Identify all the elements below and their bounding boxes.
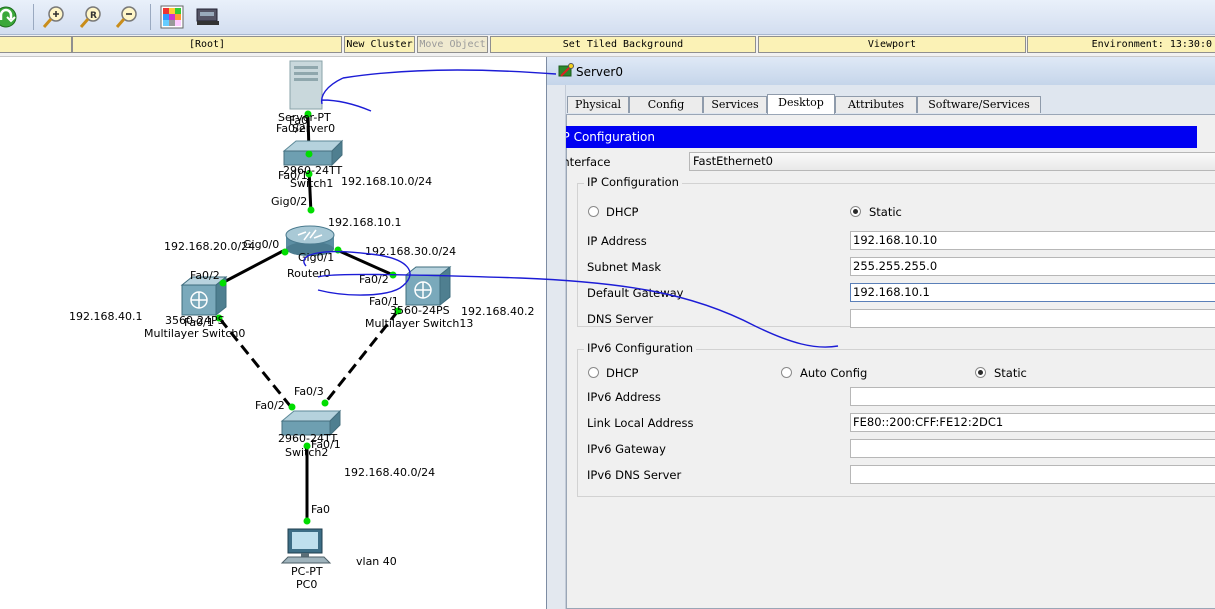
router-gig00-label: Gig0/0	[243, 238, 280, 251]
ipv6-static-radio[interactable]	[975, 367, 986, 378]
tab-config[interactable]: Config	[629, 96, 703, 113]
palette-icon[interactable]	[158, 3, 186, 31]
set-tiled-background-button[interactable]: Set Tiled Background	[490, 36, 756, 53]
ms13-name-label: Multilayer Switch13	[365, 317, 474, 330]
ms13-fa02-label: Fa0/2	[359, 273, 389, 286]
window-title: Server0	[576, 65, 623, 79]
tab-physical[interactable]: Physical	[567, 96, 629, 113]
svg-text:R: R	[90, 11, 97, 21]
ipv6-dhcp-radio[interactable]	[588, 367, 599, 378]
pc-model-label: PC-PT	[291, 565, 323, 578]
ipv6-dhcp-label: DHCP	[606, 366, 639, 380]
server-name-label: Server0	[292, 122, 336, 135]
default-gateway-field[interactable]: 192.168.10.1	[850, 283, 1215, 302]
logical-topology-canvas[interactable]: Server-PT Fa0 Fa0/2 Server0 2960-24TT Fa…	[0, 57, 546, 609]
subnet-mask-field[interactable]: 255.255.255.0	[850, 257, 1215, 276]
window-left-strip	[547, 85, 566, 609]
pc-icon[interactable]	[280, 528, 332, 564]
undo-icon[interactable]	[0, 3, 20, 31]
tab-desktop[interactable]: Desktop	[767, 94, 835, 114]
ipv6-group-title: IPv6 Configuration	[584, 341, 697, 355]
zoom-in-icon[interactable]	[40, 3, 68, 31]
logical-workspace-bar: [Root] New Cluster Move Object Set Tiled…	[0, 35, 1215, 57]
tab-attributes[interactable]: Attributes	[835, 96, 917, 113]
ipv6-dns-server-field[interactable]	[850, 465, 1215, 484]
ipv4-dhcp-radio[interactable]	[588, 206, 599, 217]
ipv6-auto-config-label: Auto Config	[800, 366, 868, 380]
ipv6-auto-config-radio[interactable]	[781, 367, 792, 378]
ipv4-dhcp-label: DHCP	[606, 205, 639, 219]
device-config-icon	[558, 63, 574, 82]
ipv4-static-label: Static	[869, 205, 902, 219]
pc-name-label: PC0	[296, 578, 318, 591]
ms0-name-label: Multilayer Switch0	[144, 327, 246, 340]
ipv4-static-radio[interactable]	[850, 206, 861, 217]
main-toolbar: R	[0, 0, 1215, 35]
link-router-ms0	[221, 249, 284, 285]
ipv6-address-label: IPv6 Address	[587, 390, 661, 404]
topology-links	[180, 60, 452, 564]
switch2-fa02-label: Fa0/2	[255, 399, 285, 412]
custom-device-icon[interactable]	[194, 3, 222, 31]
ip-address-label: IP Address	[587, 234, 647, 248]
default-gateway-label: Default Gateway	[587, 286, 684, 300]
multilayer-switch0-icon[interactable]	[180, 275, 228, 317]
dns-server-label: DNS Server	[587, 312, 654, 326]
switch2-fa03-label: Fa0/3	[294, 385, 324, 398]
pc-fa0-label: Fa0	[311, 503, 331, 516]
ip-configuration-header: IP Configuration	[557, 126, 1197, 148]
zoom-reset-icon[interactable]: R	[77, 3, 105, 31]
environment-button[interactable]: Environment: 13:30:0	[1027, 36, 1215, 53]
zoom-out-icon[interactable]	[113, 3, 141, 31]
switch1-name-label: Switch1	[290, 177, 334, 190]
ipv6-gateway-label: IPv6 Gateway	[587, 442, 666, 456]
new-cluster-button[interactable]: New Cluster	[344, 36, 415, 53]
router-name-label: Router0	[287, 267, 331, 280]
link-local-address-field[interactable]: FE80::200:CFF:FE12:2DC1	[850, 413, 1215, 432]
tab-services[interactable]: Services	[703, 96, 767, 113]
server-icon[interactable]	[289, 60, 323, 110]
ms0-fa02-label: Fa0/2	[190, 269, 220, 282]
ms13-model-label: 3560-24PS	[390, 304, 450, 317]
ipv4-group-title: IP Configuration	[584, 175, 682, 189]
interface-label: Interface	[559, 155, 611, 169]
ip-address-field[interactable]: 192.168.10.10	[850, 231, 1215, 250]
back-cell[interactable]	[0, 36, 72, 53]
ipv6-static-label: Static	[994, 366, 1027, 380]
network-30-label: 192.168.30.0/24	[365, 245, 457, 258]
link-local-address-label: Link Local Address	[587, 416, 694, 430]
tab-software-services[interactable]: Software/Services	[917, 96, 1041, 113]
router-ip-label: 192.168.10.1	[328, 216, 402, 229]
network-20-label: 192.168.20.0/24	[164, 240, 256, 253]
subnet-mask-label: Subnet Mask	[587, 260, 662, 274]
ms0-ip-label: 192.168.40.1	[69, 310, 143, 323]
router-gig01-label: Gig0/1	[298, 251, 335, 264]
ipv6-dns-server-label: IPv6 DNS Server	[587, 468, 682, 482]
move-object-button[interactable]: Move Object	[417, 36, 488, 53]
multilayer-switch13-icon[interactable]	[404, 265, 452, 307]
interface-dropdown[interactable]: FastEthernet0	[689, 152, 1215, 171]
ipv6-gateway-field[interactable]	[850, 439, 1215, 458]
switch1-icon[interactable]	[282, 139, 344, 167]
viewport-button[interactable]: Viewport	[758, 36, 1026, 53]
network-40-label: 192.168.40.0/24	[344, 466, 436, 479]
router-gig02-label: Gig0/2	[271, 195, 308, 208]
root-breadcrumb[interactable]: [Root]	[72, 36, 342, 53]
dns-server-field[interactable]	[850, 309, 1215, 328]
window-titlebar[interactable]: Server0	[547, 57, 1215, 85]
vlan-note-label: vlan 40	[356, 555, 397, 568]
server0-window: Server0 Physical Config Services Desktop…	[546, 57, 1215, 609]
switch2-name-label: Switch2	[285, 446, 329, 459]
network-10-label: 192.168.10.0/24	[341, 175, 433, 188]
ipv6-address-field[interactable]	[850, 387, 1215, 406]
